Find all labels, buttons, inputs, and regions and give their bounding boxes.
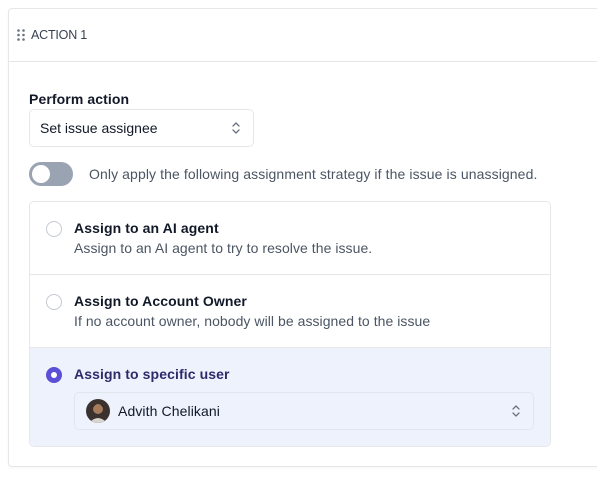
avatar	[86, 399, 110, 423]
assignee-select[interactable]: Advith Chelikani	[74, 392, 534, 430]
option-specific-user[interactable]: Assign to specific user Advith Chelikani	[30, 348, 550, 446]
drag-handle-icon[interactable]	[16, 28, 26, 42]
perform-action-value: Set issue assignee	[40, 120, 158, 136]
unassigned-only-row: Only apply the following assignment stra…	[29, 162, 537, 186]
radio-ai-agent[interactable]	[46, 221, 62, 237]
option-description: If no account owner, nobody will be assi…	[74, 313, 431, 329]
chevron-up-down-icon	[511, 403, 521, 419]
toggle-knob	[32, 165, 50, 183]
radio-account-owner[interactable]	[46, 294, 62, 310]
assignee-name: Advith Chelikani	[118, 403, 220, 419]
option-account-owner[interactable]: Assign to Account Owner If no account ow…	[30, 275, 550, 348]
unassigned-only-toggle[interactable]	[29, 162, 73, 186]
option-title: Assign to specific user	[74, 366, 230, 382]
option-title: Assign to Account Owner	[74, 293, 247, 309]
perform-action-select[interactable]: Set issue assignee	[29, 109, 254, 147]
chevron-up-down-icon	[231, 120, 241, 136]
perform-action-label: Perform action	[29, 91, 130, 107]
action-header: ACTION 1	[9, 9, 597, 62]
option-description: Assign to an AI agent to try to resolve …	[74, 240, 373, 256]
option-title: Assign to an AI agent	[74, 220, 219, 236]
option-ai-agent[interactable]: Assign to an AI agent Assign to an AI ag…	[30, 202, 550, 275]
assignment-strategy-group: Assign to an AI agent Assign to an AI ag…	[29, 201, 551, 447]
action-title: ACTION 1	[31, 28, 88, 42]
action-card: ACTION 1 Perform action Set issue assign…	[8, 8, 597, 467]
radio-specific-user[interactable]	[46, 367, 62, 383]
action-body: Perform action Set issue assignee Only a…	[9, 63, 597, 466]
unassigned-only-label: Only apply the following assignment stra…	[89, 166, 538, 182]
